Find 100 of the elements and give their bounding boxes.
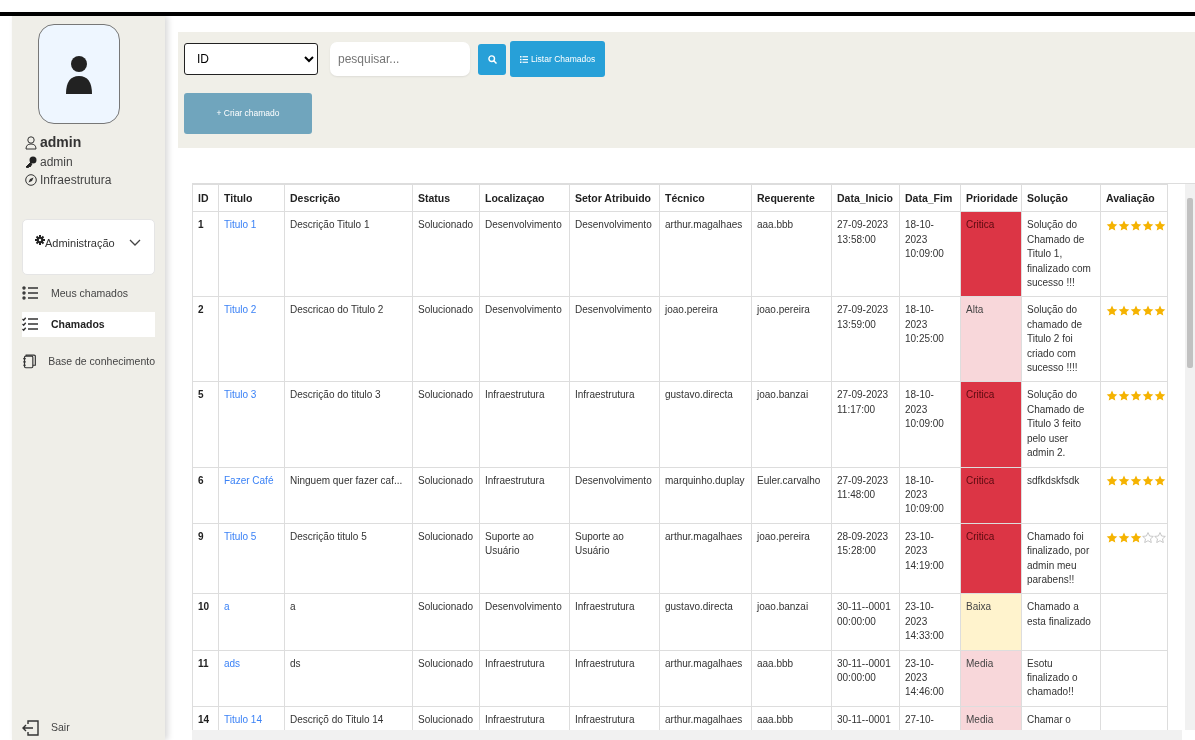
description-cell: Ninguem quer fazer caf... xyxy=(284,467,413,524)
person-outline-icon xyxy=(25,135,37,150)
requester-cell: joao.pereira xyxy=(751,523,832,594)
location-cell: Infraestrutura xyxy=(479,381,570,467)
column-header: Data_Inicio xyxy=(831,184,900,212)
status-cell: Solucionado xyxy=(412,650,480,707)
search-icon xyxy=(487,54,497,64)
sidebar-item[interactable]: Meus chamados xyxy=(22,281,155,306)
filter-select[interactable]: ID xyxy=(184,43,318,75)
status-cell: Solucionado xyxy=(412,523,480,594)
requester-cell: Euler.carvalho xyxy=(751,467,832,524)
priority-cell: Baixa xyxy=(960,593,1022,651)
ticket-title-link[interactable]: Titulo 1 xyxy=(224,219,257,231)
description-cell: Descricao do Titulo 2 xyxy=(284,296,413,382)
column-header: Prioridade xyxy=(960,184,1022,212)
solution-cell: Solução do Chamado de Titulo 3 feito pelo user admin 2. xyxy=(1021,381,1101,467)
user-role: admin xyxy=(40,154,73,171)
gear-icon xyxy=(35,235,45,245)
compass-icon xyxy=(25,174,37,186)
vertical-scrollbar[interactable] xyxy=(1185,184,1195,730)
horizontal-scrollbar[interactable] xyxy=(192,730,1182,740)
description-cell: Descrição titulo 5 xyxy=(284,523,413,594)
location-cell: Infraestrutura xyxy=(479,650,570,707)
person-icon xyxy=(64,54,94,94)
end-date-cell: 18-10-2023 10:09:00 xyxy=(899,211,961,297)
sector-cell: Desenvolvimento xyxy=(569,296,660,382)
start-date-cell: 27-09-2023 13:59:00 xyxy=(831,296,900,382)
sector-cell: Suporte ao Usuário xyxy=(569,523,660,594)
end-date-cell: 23-10-2023 14:46:00 xyxy=(899,650,961,707)
ticket-title-link[interactable]: Fazer Café xyxy=(224,474,274,486)
column-header: Requerente xyxy=(751,184,832,212)
location-cell: Desenvolvimento xyxy=(479,296,570,382)
column-header: Descrição xyxy=(284,184,413,212)
id-cell: 11 xyxy=(192,650,219,707)
start-date-cell: 27-09-2023 11:48:00 xyxy=(831,467,900,524)
requester-cell: joao.banzai xyxy=(751,381,832,467)
requester-cell: joao.banzai xyxy=(751,593,832,651)
priority-cell: Critica xyxy=(960,523,1022,594)
start-date-cell: 27-09-2023 11:17:00 xyxy=(831,381,900,467)
search-button[interactable] xyxy=(478,43,506,75)
sector-cell: Infraestrutura xyxy=(569,650,660,707)
technician-cell: arthur.magalhaes xyxy=(659,650,752,707)
ticket-title-link[interactable]: a xyxy=(224,601,230,613)
list-tickets-button[interactable]: Listar Chamados xyxy=(510,41,606,77)
solution-cell: Chamado a esta finalizado xyxy=(1021,593,1101,651)
priority-cell: Critica xyxy=(960,381,1022,467)
id-cell: 5 xyxy=(192,381,219,467)
sector-cell: Infraestrutura xyxy=(569,381,660,467)
sector-cell: Infraestrutura xyxy=(569,593,660,651)
status-cell: Solucionado xyxy=(412,467,480,524)
column-header: Localizaçao xyxy=(479,184,570,212)
technician-cell: marquinho.duplay xyxy=(659,467,752,524)
sidebar-item[interactable]: Chamados xyxy=(22,312,155,337)
ticket-title-link[interactable]: ads xyxy=(224,657,241,669)
technician-cell: arthur.magalhaes xyxy=(659,211,752,297)
end-date-cell: 18-10-2023 10:25:00 xyxy=(899,296,961,382)
start-date-cell: 28-09-2023 15:28:00 xyxy=(831,523,900,594)
user-sector: Infraestrutura xyxy=(40,172,112,189)
column-header: Técnico xyxy=(659,184,752,212)
description-cell: Descrição Titulo 1 xyxy=(284,211,413,297)
end-date-cell: 18-10-2023 10:09:00 xyxy=(899,381,961,467)
description-cell: Descrição do titulo 3 xyxy=(284,381,413,467)
create-ticket-button[interactable]: + Criar chamado xyxy=(184,93,312,134)
column-header: ID xyxy=(192,184,219,212)
technician-cell: arthur.magalhaes xyxy=(659,523,752,594)
solution-cell: Solução do chamado de Titulo 2 foi criado com sucesso !!!! xyxy=(1021,296,1101,382)
column-header: Solução xyxy=(1021,184,1101,212)
id-cell: 10 xyxy=(192,593,219,651)
checklist-icon xyxy=(22,316,39,333)
priority-cell: Media xyxy=(960,650,1022,707)
solution-cell: Esotu finalizado o chamado!! xyxy=(1021,650,1101,707)
location-cell: Desenvolvimento xyxy=(479,593,570,651)
search-field[interactable]: pesquisar... xyxy=(330,42,470,76)
ticket-title-link[interactable]: Titulo 5 xyxy=(224,530,257,542)
end-date-cell: 23-10-2023 14:33:00 xyxy=(899,593,961,651)
id-cell: 9 xyxy=(192,523,219,594)
end-date-cell: 23-10-2023 14:19:00 xyxy=(899,523,961,594)
key-icon xyxy=(25,156,37,168)
status-cell: Solucionado xyxy=(412,211,480,297)
exit-icon xyxy=(22,720,39,736)
ticket-title-link[interactable]: Titulo 2 xyxy=(224,304,257,316)
technician-cell: gustavo.directa xyxy=(659,381,752,467)
location-cell: Desenvolvimento xyxy=(479,211,570,297)
location-cell: Suporte ao Usuário xyxy=(479,523,570,594)
administration-dropdown[interactable]: Administração xyxy=(22,219,155,275)
priority-cell: Alta xyxy=(960,296,1022,382)
chevron-icon xyxy=(128,239,141,247)
sidebar-item[interactable]: Base de conhecimento xyxy=(22,349,155,374)
start-date-cell: 27-09-2023 13:58:00 xyxy=(831,211,900,297)
logout-link[interactable]: Sair xyxy=(22,716,155,740)
status-cell: Solucionado xyxy=(412,593,480,651)
priority-cell: Critica xyxy=(960,211,1022,297)
sector-cell: Desenvolvimento xyxy=(569,467,660,524)
column-header: Status xyxy=(412,184,480,212)
ticket-title-link[interactable]: Titulo 3 xyxy=(224,389,257,401)
id-cell: 6 xyxy=(192,467,219,524)
user-name: admin xyxy=(40,133,82,152)
technician-cell: gustavo.directa xyxy=(659,593,752,651)
id-cell: 2 xyxy=(192,296,219,382)
list-icon xyxy=(22,285,39,302)
